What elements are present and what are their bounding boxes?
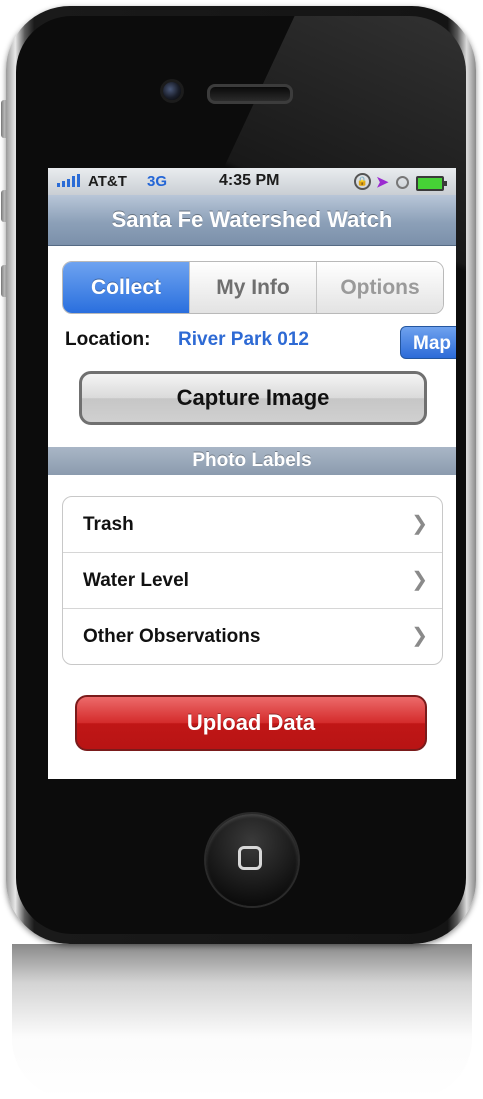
chevron-right-icon: ❯ [411, 513, 428, 535]
signal-bars-icon [57, 174, 80, 187]
location-arrow-icon: ➤ [376, 174, 389, 191]
chevron-right-icon: ❯ [411, 625, 428, 647]
chevron-right-icon: ❯ [411, 569, 428, 591]
location-row: Location: River Park 012 Map [65, 326, 456, 359]
tab-segmented-control: Collect My Info Options [62, 261, 444, 314]
status-icons: 🔒 ➤ [354, 172, 450, 192]
alarm-icon [396, 176, 409, 189]
list-item-trash[interactable]: Trash ❯ [63, 497, 442, 552]
tab-my-info[interactable]: My Info [189, 262, 316, 313]
navigation-bar: Santa Fe Watershed Watch [48, 195, 456, 246]
home-square-icon [238, 846, 262, 870]
home-button[interactable] [206, 814, 298, 906]
list-item-label: Other Observations [83, 626, 261, 647]
tab-options[interactable]: Options [316, 262, 443, 313]
device-reflection [12, 944, 472, 1099]
status-bar: AT&T 3G 4:35 PM 🔒 ➤ [48, 168, 456, 195]
location-label: Location: [65, 329, 151, 350]
list-item-label: Water Level [83, 570, 189, 591]
photo-labels-list: Trash ❯ Water Level ❯ Other Observations… [62, 496, 443, 665]
upload-data-button[interactable]: Upload Data [75, 695, 427, 751]
list-item-label: Trash [83, 514, 134, 535]
map-button[interactable]: Map [400, 326, 456, 359]
front-camera-icon [163, 82, 181, 100]
photo-labels-header: Photo Labels [48, 447, 456, 475]
list-item-water-level[interactable]: Water Level ❯ [63, 552, 442, 608]
network-type: 3G [147, 173, 168, 190]
carrier-name: AT&T [88, 173, 127, 190]
location-value: River Park 012 [178, 329, 309, 350]
status-time: 4:35 PM [219, 172, 280, 189]
battery-icon [416, 176, 447, 191]
earpiece-speaker [207, 84, 293, 104]
app-title: Santa Fe Watershed Watch [111, 207, 393, 232]
list-item-other-observations[interactable]: Other Observations ❯ [63, 608, 442, 664]
rotation-lock-icon: 🔒 [354, 173, 371, 190]
tab-collect[interactable]: Collect [63, 262, 189, 313]
app-screen: AT&T 3G 4:35 PM 🔒 ➤ Santa Fe Watershed W… [48, 168, 456, 779]
capture-image-button[interactable]: Capture Image [79, 371, 427, 425]
